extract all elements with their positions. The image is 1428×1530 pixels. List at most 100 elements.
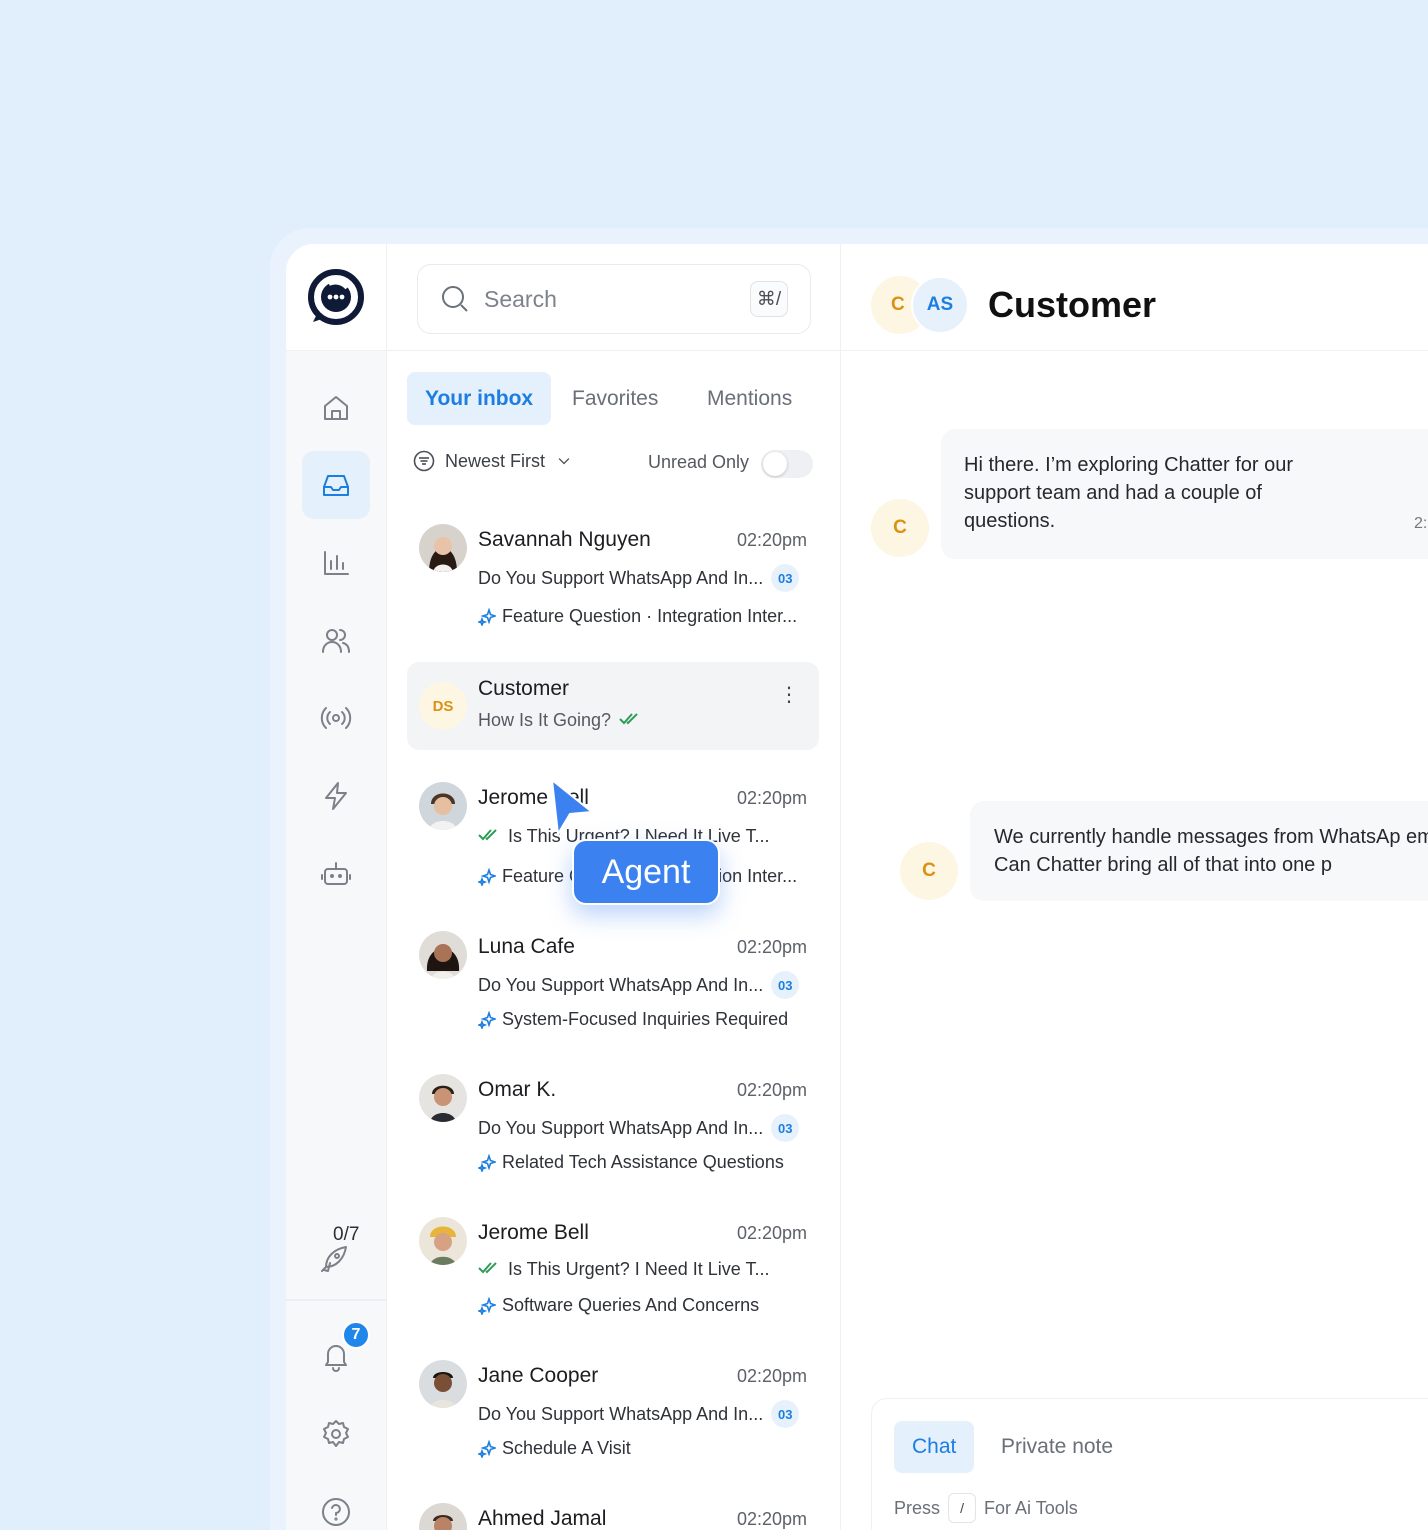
conversation-title: Customer	[988, 284, 1157, 325]
avatar	[419, 782, 467, 830]
ai-summary-text: Schedule A Visit	[502, 1438, 631, 1458]
unread-count-badge: 03	[771, 1400, 800, 1428]
hint-key: /	[948, 1493, 977, 1523]
users-icon	[322, 629, 350, 653]
nav-settings[interactable]	[302, 1400, 370, 1468]
chat-panel: C AS Customer C Hi there. I’m exploring …	[841, 244, 1428, 1530]
message-preview: Do You Support WhatsApp And In... 03	[478, 1400, 800, 1428]
assignee-avatar[interactable]: AS	[911, 276, 969, 334]
preview-text: Do You Support WhatsApp And In...	[478, 1117, 764, 1138]
avatar	[419, 1217, 467, 1265]
message-avatar: C	[900, 842, 958, 900]
chatter-logo-icon	[308, 269, 364, 325]
cursor-pointer-icon	[550, 778, 595, 838]
nav-automation[interactable]	[302, 762, 370, 830]
tab-favorites[interactable]: Favorites	[554, 372, 676, 425]
filter-icon	[413, 450, 435, 472]
sparkle-icon	[478, 1010, 496, 1029]
unread-count-badge: 03	[771, 564, 800, 592]
divider	[387, 350, 840, 351]
sparkle-icon	[478, 867, 496, 886]
timestamp: 02:20pm	[736, 1080, 807, 1100]
timestamp: 02:20pm	[736, 1223, 807, 1243]
search-input[interactable]: Search ⌘/	[417, 264, 811, 334]
message-bubble: We currently handle messages from WhatsA…	[970, 801, 1428, 901]
nav-inbox[interactable]	[302, 451, 370, 519]
composer-tab-chat[interactable]: Chat	[894, 1421, 975, 1473]
hint-press: Press	[894, 1497, 941, 1518]
robot-icon	[321, 862, 351, 885]
contact-name: Ahmed Jamal	[478, 1507, 607, 1530]
notification-badge: 7	[342, 1321, 370, 1349]
nav-bots[interactable]	[302, 840, 370, 908]
timestamp: 02:20pm	[736, 937, 807, 957]
search-shortcut: ⌘/	[750, 281, 788, 317]
bar-chart-icon	[324, 551, 349, 575]
message-text: We currently handle messages from WhatsA…	[994, 826, 1428, 876]
ai-summary: Related Tech Assistance Questions	[478, 1152, 784, 1173]
message-avatar: C	[871, 499, 929, 557]
nav-contacts[interactable]	[302, 607, 370, 675]
timestamp: 02:20pm	[736, 530, 807, 550]
nav-rail: 0/7 7	[286, 244, 387, 1530]
composer-tab-private-note[interactable]: Private note	[983, 1421, 1131, 1473]
unread-only-toggle[interactable]	[761, 450, 813, 478]
sparkle-icon	[478, 607, 496, 626]
ai-summary: Feature Question · Integration Inter...	[478, 606, 797, 627]
conversation-item-selected[interactable]: DS Customer How Is It Going? ⋮	[407, 662, 819, 750]
double-check-icon	[619, 713, 638, 725]
ai-summary-text: Related Tech Assistance Questions	[502, 1152, 784, 1172]
hint-rest: For Ai Tools	[984, 1497, 1078, 1518]
timestamp: 02:20pm	[736, 788, 807, 808]
message-preview: Is This Urgent? I Need It Live T...	[478, 1259, 769, 1280]
message-composer[interactable]: Chat Private note Press / For Ai Tools	[871, 1398, 1428, 1530]
preview-text: Do You Support WhatsApp And In...	[478, 1403, 764, 1424]
double-check-icon	[478, 829, 497, 841]
broadcast-icon	[320, 707, 352, 729]
nav-reports[interactable]	[302, 529, 370, 597]
contact-name: Customer	[478, 677, 570, 700]
preview-text: Is This Urgent? I Need It Live T...	[508, 1259, 770, 1279]
avatar-initials: DS	[419, 682, 467, 730]
message-preview: Do You Support WhatsApp And In... 03	[478, 971, 800, 999]
sparkle-icon	[478, 1439, 496, 1458]
onboarding-button[interactable]	[304, 1239, 364, 1279]
contact-name: Savannah Nguyen	[478, 528, 651, 551]
timestamp: 02:20pm	[736, 1509, 807, 1529]
help-icon	[322, 1498, 350, 1526]
read-receipt	[478, 826, 508, 847]
chat-header: C AS Customer	[841, 244, 1428, 351]
search-placeholder: Search	[484, 285, 557, 312]
preview-text: Do You Support WhatsApp And In...	[478, 567, 764, 588]
ai-summary: Schedule A Visit	[478, 1438, 631, 1459]
timestamp: 02:20pm	[736, 1366, 807, 1386]
message-timestamp: 2:	[1414, 515, 1428, 532]
logo[interactable]	[286, 244, 386, 351]
message-bubble: Hi there. I’m exploring Chatter for our …	[941, 429, 1428, 559]
rocket-icon	[321, 1246, 347, 1272]
chevron-down-icon	[558, 458, 570, 465]
ai-summary-text: System-Focused Inquiries Required	[502, 1009, 789, 1029]
tab-mentions[interactable]: Mentions	[689, 372, 810, 425]
app-window: 0/7 7 Search ⌘/ Your inbox Favorites Men…	[286, 244, 1428, 1530]
rail-divider	[286, 1299, 386, 1301]
ai-summary: System-Focused Inquiries Required	[478, 1009, 788, 1030]
contact-name: Luna Cafe	[478, 935, 575, 958]
unread-count-badge: 03	[771, 1114, 800, 1142]
more-options-button[interactable]: ⋮	[779, 682, 799, 707]
nav-home[interactable]	[302, 374, 370, 442]
nav-broadcast[interactable]	[302, 684, 370, 752]
message-preview: Do You Support WhatsApp And In... 03	[478, 1114, 800, 1142]
message-text: Hi there. I’m exploring Chatter for our …	[964, 454, 1294, 532]
lightning-icon	[325, 782, 347, 810]
contact-name: Jane Cooper	[478, 1364, 599, 1387]
avatar	[419, 1503, 467, 1530]
sparkle-icon	[478, 1296, 496, 1315]
avatar	[419, 1074, 467, 1122]
sort-dropdown[interactable]: Newest First	[413, 450, 573, 472]
tab-your-inbox[interactable]: Your inbox	[407, 372, 552, 425]
nav-help[interactable]	[302, 1478, 370, 1530]
home-icon	[324, 396, 348, 420]
search-icon	[442, 286, 468, 312]
read-receipt	[478, 1259, 508, 1280]
